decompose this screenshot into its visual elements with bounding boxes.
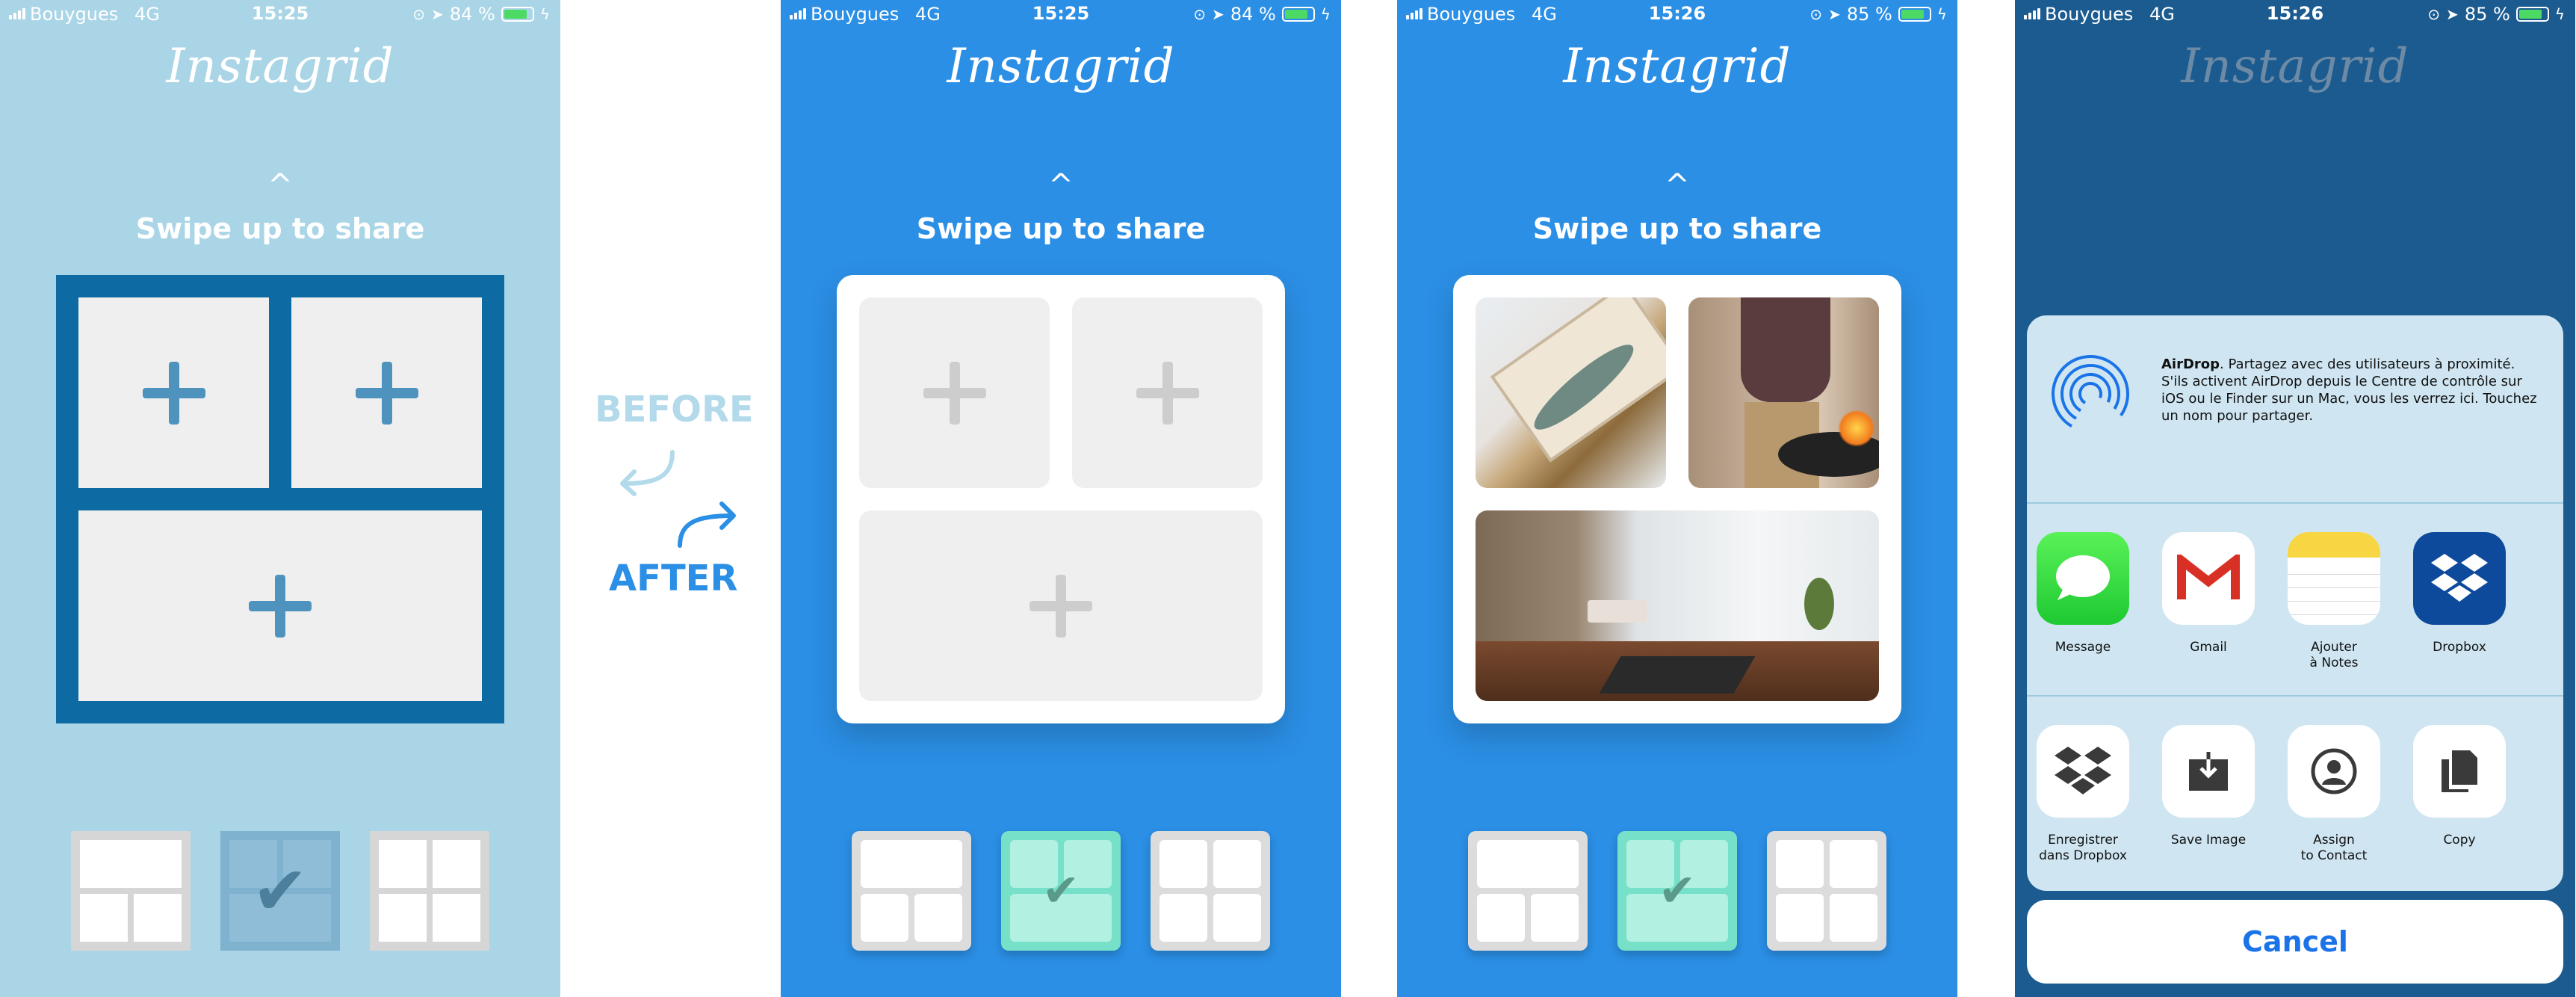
status-bar: Bouygues 4G 15:25 ⊙ ➤ 84 % ϟ [0,0,560,30]
app-logo: Instagrid [947,39,1175,94]
photo-slot-top-left[interactable] [859,297,1050,488]
phone-share: Bouygues 4G 15:26 ⊙ ➤ 85 % ϟ Instagrid A… [2015,0,2575,997]
plus-icon [1030,574,1092,638]
charging-icon: ϟ [2554,5,2565,23]
dropbox-save-icon [2037,725,2129,818]
phone-after: Bouygues 4G 15:25 ⊙ ➤ 84 % ϟ Instagrid ^… [781,0,1341,997]
notes-icon [2288,532,2380,625]
location-icon: ➤ [1212,5,1224,23]
dropbox-icon [2413,532,2506,625]
divider [2027,502,2563,504]
status-bar: Bouygues 4G 15:26 ⊙ ➤ 85 % ϟ [1397,0,1957,30]
photo-slot-top-right[interactable] [291,297,482,488]
checkmark-icon: ✔ [252,851,309,930]
before-label: BEFORE [595,389,754,430]
comparison-canvas: Bouygues 4G 15:25 ⊙ ➤ 84 % ϟ Instagrid ^… [0,0,2576,997]
location-icon: ➤ [431,5,444,23]
gmail-icon [2162,532,2255,625]
battery-percent: 85 % [2464,4,2510,25]
photo-slot-bottom[interactable] [859,510,1263,701]
arrow-forward-icon [678,501,736,548]
battery-icon [1281,7,1315,22]
layout-selector: ✔ [781,831,1341,951]
photo-living-room[interactable] [1476,510,1879,701]
plus-icon [355,361,418,425]
layout-option-2[interactable]: ✔ [1001,831,1121,951]
app-logo: Instagrid [2181,39,2409,94]
chevron-up-icon: ^ [1665,168,1690,203]
photo-grid [1453,275,1901,723]
app-logo: Instagrid [166,39,394,94]
chevron-up-icon: ^ [1048,168,1074,203]
layout-selector: ✔ [1397,831,1957,951]
action-save-dropbox[interactable]: Enregistrer dans Dropbox [2027,725,2139,864]
save-image-icon [2162,725,2255,818]
status-bar: Bouygues 4G 15:26 ⊙ ➤ 85 % ϟ [2015,0,2575,30]
photo-grid [837,275,1285,723]
location-icon: ➤ [2446,5,2459,23]
photo-food[interactable] [1476,297,1666,488]
swipe-hint[interactable]: Swipe up to share [781,212,1341,245]
share-app-dropbox[interactable]: Dropbox [2403,532,2515,655]
layout-option-3[interactable] [370,831,489,951]
battery-icon [501,7,534,22]
layout-option-2[interactable]: ✔ [1617,831,1737,951]
rotation-lock-icon: ⊙ [2427,5,2441,23]
swipe-hint[interactable]: Swipe up to share [1397,212,1957,245]
battery-icon [1898,7,1931,22]
rotation-lock-icon: ⊙ [1809,5,1823,23]
status-bar: Bouygues 4G 15:25 ⊙ ➤ 84 % ϟ [781,0,1341,30]
checkmark-icon: ✔ [1041,865,1080,917]
share-app-notes[interactable]: Ajouter à Notes [2278,532,2390,671]
app-logo: Instagrid [1563,39,1792,94]
photo-slot-top-right[interactable] [1072,297,1263,488]
layout-option-3[interactable] [1767,831,1886,951]
rotation-lock-icon: ⊙ [1193,5,1207,23]
layout-option-3[interactable] [1151,831,1270,951]
arrow-back-icon [620,450,675,496]
battery-percent: 84 % [1230,4,1276,25]
layout-option-1[interactable] [71,831,191,951]
airdrop-description: AirDrop. Partagez avec des utilisateurs … [2161,356,2537,424]
action-assign-contact[interactable]: Assign to Contact [2278,725,2390,864]
layout-option-1[interactable] [852,831,971,951]
rotation-lock-icon: ⊙ [412,5,426,23]
plus-icon [142,361,205,425]
airdrop-section[interactable]: AirDrop. Partagez avec des utilisateurs … [2027,315,2563,502]
divider [2027,695,2563,697]
photo-grid [56,275,504,723]
plus-icon [1136,361,1199,425]
phone-filled: Bouygues 4G 15:26 ⊙ ➤ 85 % ϟ Instagrid ^… [1397,0,1957,997]
action-copy[interactable]: Copy [2403,725,2515,848]
messages-icon [2037,532,2129,625]
charging-icon: ϟ [1936,5,1947,23]
action-save-image[interactable]: Save Image [2152,725,2264,848]
cancel-button[interactable]: Cancel [2027,900,2563,984]
photo-slot-top-left[interactable] [78,297,269,488]
checkmark-icon: ✔ [1658,865,1697,917]
photo-slot-bottom[interactable] [78,510,482,701]
battery-icon [2515,7,2549,22]
phone-before: Bouygues 4G 15:25 ⊙ ➤ 84 % ϟ Instagrid ^… [0,0,560,997]
layout-option-1[interactable] [1468,831,1588,951]
charging-icon: ϟ [539,5,550,23]
location-icon: ➤ [1828,5,1841,23]
after-label: AFTER [609,558,738,599]
chevron-up-icon: ^ [267,168,293,203]
battery-percent: 85 % [1846,4,1892,25]
battery-percent: 84 % [449,4,495,25]
airdrop-icon [2052,355,2129,433]
layout-selector: ✔ [0,831,560,951]
copy-icon [2413,725,2506,818]
share-sheet: AirDrop. Partagez avec des utilisateurs … [2027,315,2563,891]
plus-icon [249,574,312,638]
swipe-hint[interactable]: Swipe up to share [0,212,560,245]
charging-icon: ϟ [1320,5,1331,23]
plus-icon [923,361,986,425]
contact-icon [2288,725,2380,818]
photo-grill[interactable] [1688,297,1879,488]
layout-option-2[interactable]: ✔ [220,831,340,951]
share-app-gmail[interactable]: Gmail [2152,532,2264,655]
share-app-message[interactable]: Message [2027,532,2139,655]
